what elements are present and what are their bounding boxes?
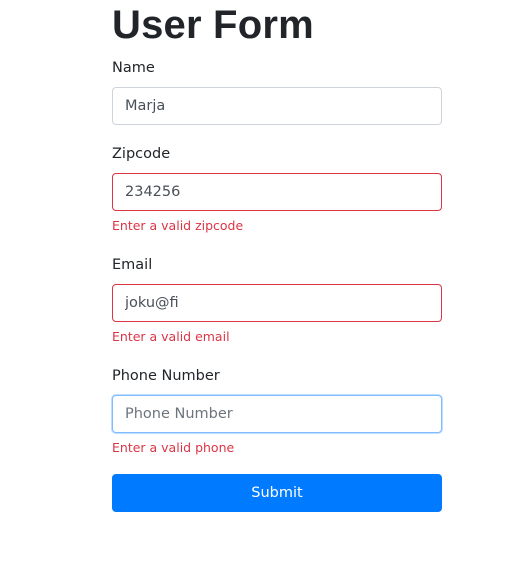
page-title: User Form — [112, 3, 314, 47]
email-label: Email — [112, 257, 153, 273]
name-input[interactable] — [112, 87, 442, 125]
zipcode-label: Zipcode — [112, 146, 171, 162]
phone-error-message: Enter a valid phone — [112, 440, 235, 455]
email-error-message: Enter a valid email — [112, 329, 230, 344]
page: User Form Name Zipcode Enter a valid zip… — [0, 0, 528, 583]
email-input[interactable] — [112, 284, 442, 322]
zipcode-error-message: Enter a valid zipcode — [112, 218, 244, 233]
phone-number-input[interactable] — [112, 395, 442, 433]
zipcode-input[interactable] — [112, 173, 442, 211]
user-form: User Form Name Zipcode Enter a valid zip… — [112, 0, 442, 512]
phone-number-label: Phone Number — [112, 368, 220, 384]
submit-button[interactable]: Submit — [112, 474, 442, 512]
name-label: Name — [112, 60, 155, 76]
